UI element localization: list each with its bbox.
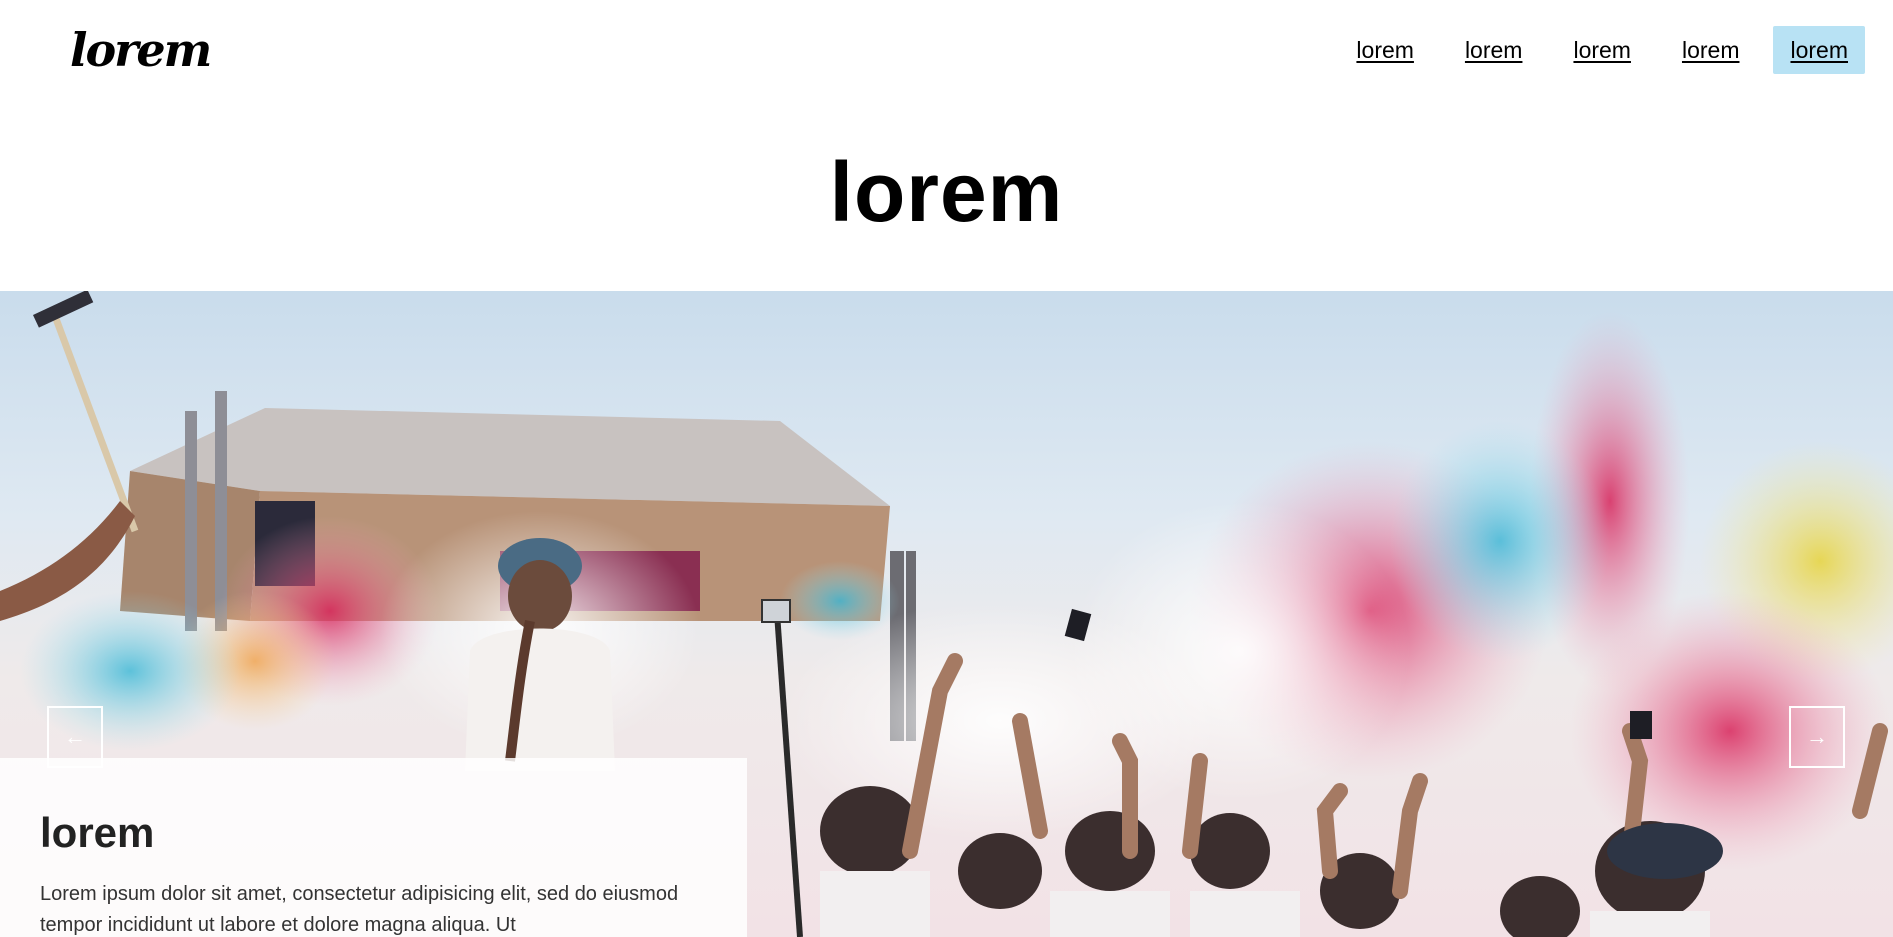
arrow-left-icon: ← (64, 724, 86, 749)
arrow-right-icon: → (1806, 724, 1828, 749)
site-header: lorem lorem lorem lorem lorem lorem (0, 0, 1893, 100)
page-title: lorem (829, 145, 1064, 239)
nav-link-4[interactable]: lorem (1665, 26, 1757, 74)
nav-link-2[interactable]: lorem (1448, 26, 1540, 74)
nav-link-5-active[interactable]: lorem (1773, 26, 1865, 74)
nav-link-3[interactable]: lorem (1556, 26, 1648, 74)
hero-carousel: ← → lorem Lorem ipsum dolor sit amet, co… (0, 291, 1893, 937)
slide-caption: lorem Lorem ipsum dolor sit amet, consec… (0, 758, 747, 937)
nav-link-1[interactable]: lorem (1339, 26, 1431, 74)
slide-title: lorem (40, 809, 155, 856)
main-nav: lorem lorem lorem lorem lorem (1322, 26, 1865, 74)
carousel-next-button[interactable]: → (1789, 706, 1845, 768)
slide-description: Lorem ipsum dolor sit amet, consectetur … (40, 883, 679, 936)
site-logo[interactable]: lorem (70, 22, 212, 78)
